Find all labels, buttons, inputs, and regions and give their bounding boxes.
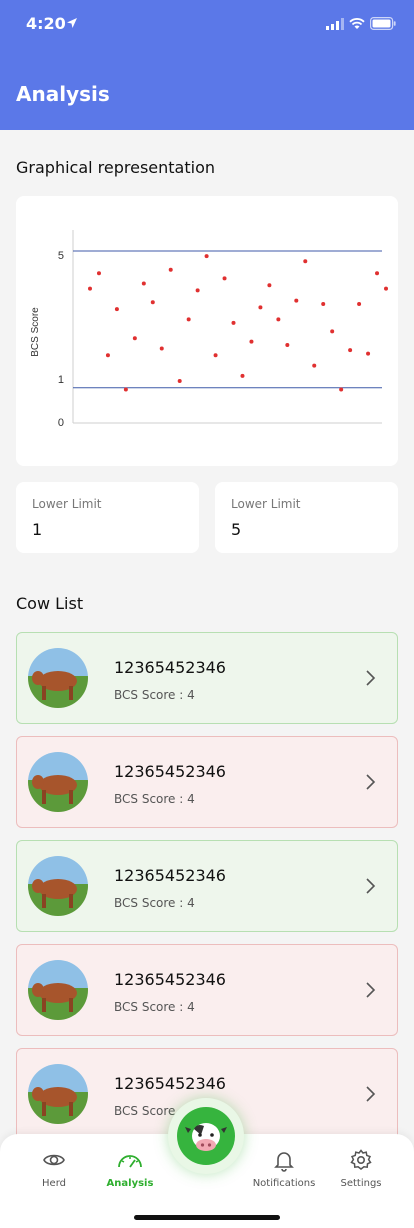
chevron-right-icon — [366, 1086, 376, 1102]
bcs-data-point — [375, 271, 380, 276]
cow-list-title: Cow List — [16, 594, 84, 613]
location-arrow-icon — [67, 18, 77, 28]
tab-notifications[interactable]: Notifications — [244, 1148, 324, 1198]
bcs-chart-card: BCS Score 5 1 0 — [16, 196, 398, 466]
center-cow-button[interactable] — [177, 1107, 235, 1165]
tab-settings-label: Settings — [340, 1178, 382, 1189]
bcs-data-point — [294, 298, 299, 303]
battery-icon — [370, 17, 396, 30]
bcs-data-point — [141, 281, 146, 286]
lower-limit-card: Lower Limit 1 — [16, 482, 199, 553]
bcs-data-point — [150, 300, 155, 305]
gauge-icon — [118, 1155, 142, 1168]
tab-notifications-label: Notifications — [252, 1178, 316, 1189]
cow-list-item[interactable]: 12365452346 BCS Score : 4 — [16, 632, 398, 724]
y-tick-label: 1 — [58, 374, 64, 386]
bcs-data-point — [123, 387, 128, 392]
bcs-data-point — [186, 317, 191, 322]
y-axis-label: BCS Score — [30, 307, 41, 357]
cellular-signal-icon — [326, 18, 344, 30]
bcs-data-point — [366, 351, 371, 356]
y-tick-label: 0 — [58, 417, 64, 429]
bcs-data-point — [231, 320, 236, 325]
bcs-scatter-chart: BCS Score 5 1 0 — [30, 230, 388, 429]
upper-limit-card: Lower Limit 5 — [215, 482, 398, 553]
cow-face-icon — [185, 1123, 227, 1151]
cow-avatar — [28, 752, 88, 812]
app-header: 4:20 Analysis — [0, 0, 414, 130]
upper-limit-label: Lower Limit — [231, 497, 301, 511]
status-time: 4:20 — [26, 14, 66, 33]
cow-list-item[interactable]: 12365452346 BCS Score : 4 — [16, 736, 398, 828]
bcs-data-point — [330, 329, 335, 334]
tab-analysis-label: Analysis — [106, 1178, 154, 1189]
bell-icon — [274, 1152, 294, 1172]
cow-avatar — [28, 856, 88, 916]
tab-herd-label: Herd — [42, 1178, 66, 1189]
status-bar: 4:20 — [0, 0, 414, 48]
cow-bcs-score: BCS Score : 4 — [114, 688, 195, 702]
bcs-data-point — [222, 276, 227, 281]
bcs-data-point — [339, 387, 344, 392]
bcs-data-point — [88, 286, 92, 291]
bcs-data-point — [357, 302, 362, 307]
cow-id: 12365452346 — [114, 658, 226, 677]
chevron-right-icon — [366, 774, 376, 790]
bcs-data-point — [384, 286, 388, 291]
eye-icon — [43, 1154, 65, 1166]
bcs-data-point — [321, 302, 326, 307]
bcs-data-point — [240, 373, 245, 378]
bcs-data-point — [303, 259, 308, 264]
bcs-data-point — [204, 254, 209, 259]
lower-limit-value: 1 — [32, 520, 43, 539]
home-indicator — [134, 1215, 280, 1220]
bcs-data-point — [96, 271, 101, 276]
lower-limit-label: Lower Limit — [32, 497, 102, 511]
bcs-data-point — [159, 346, 164, 351]
chevron-right-icon — [366, 982, 376, 998]
cow-avatar — [28, 960, 88, 1020]
cow-id: 12365452346 — [114, 866, 226, 885]
chevron-right-icon — [366, 878, 376, 894]
cow-bcs-score: BCS Score : 4 — [114, 1000, 195, 1014]
cow-id: 12365452346 — [114, 762, 226, 781]
bcs-data-point — [132, 336, 137, 341]
cow-avatar — [28, 648, 88, 708]
bcs-data-point — [258, 305, 263, 310]
bcs-data-point — [267, 283, 272, 288]
wifi-icon — [349, 18, 365, 29]
cow-list-item[interactable]: 12365452346 BCS Score : 4 — [16, 840, 398, 932]
bcs-data-point — [114, 307, 119, 312]
cow-avatar — [28, 1064, 88, 1124]
graph-section-title: Graphical representation — [16, 158, 215, 177]
bcs-data-point — [285, 343, 290, 348]
cow-id: 12365452346 — [114, 970, 226, 989]
tab-analysis[interactable]: Analysis — [90, 1148, 170, 1198]
tab-settings[interactable]: Settings — [321, 1148, 401, 1198]
gear-icon — [350, 1149, 372, 1170]
cow-id: 12365452346 — [114, 1074, 226, 1093]
bcs-data-point — [348, 348, 353, 353]
cow-bcs-score: BCS Score : 4 — [114, 896, 195, 910]
bcs-data-point — [213, 353, 218, 358]
bcs-data-point — [276, 317, 281, 322]
y-tick-label: 5 — [58, 250, 64, 262]
tab-herd[interactable]: Herd — [14, 1148, 94, 1198]
cow-bcs-score: BCS Score : 4 — [114, 792, 195, 806]
upper-limit-value: 5 — [231, 520, 242, 539]
bcs-data-point — [168, 267, 173, 272]
bcs-data-point — [312, 363, 317, 368]
bcs-data-point — [105, 353, 110, 358]
chevron-right-icon — [366, 670, 376, 686]
page-title: Analysis — [16, 82, 110, 106]
bcs-data-point — [249, 339, 254, 344]
bcs-data-point — [195, 288, 200, 293]
bcs-data-point — [177, 378, 182, 383]
cow-list-item[interactable]: 12365452346 BCS Score : 4 — [16, 944, 398, 1036]
